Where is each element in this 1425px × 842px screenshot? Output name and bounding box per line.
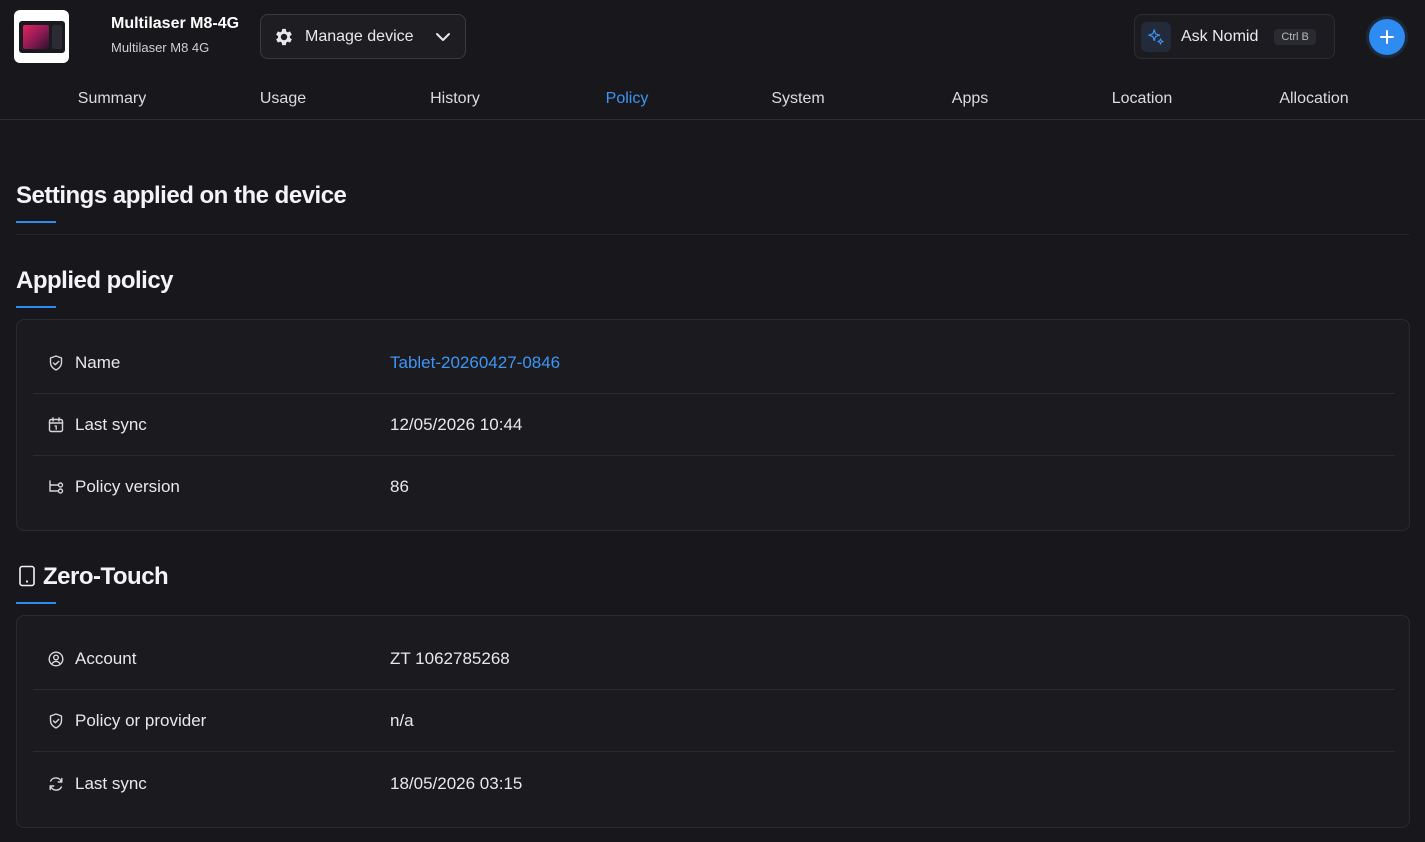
- tab-allocation[interactable]: Allocation: [1279, 90, 1348, 108]
- add-button[interactable]: [1369, 19, 1405, 55]
- field-label: Last sync: [75, 774, 147, 793]
- field-value: ZT 1062785268: [390, 648, 510, 668]
- manage-device-label: Manage device: [305, 27, 414, 45]
- applied-policy-card: Name Tablet-20260427-0846 Last sync 12/0…: [16, 319, 1410, 531]
- sparkle-icon: [1141, 21, 1171, 52]
- list-item: Account ZT 1062785268: [33, 628, 1395, 690]
- sync-icon: [47, 775, 65, 793]
- list-item: Last sync 18/05/2026 03:15: [33, 753, 1395, 815]
- tab-policy[interactable]: Policy: [606, 90, 649, 108]
- section-divider: [16, 234, 1409, 235]
- field-label: Policy version: [75, 477, 180, 496]
- shield-icon: [47, 712, 65, 730]
- field-value: n/a: [390, 710, 414, 730]
- tab-summary[interactable]: Summary: [78, 90, 146, 108]
- account-icon: [47, 650, 65, 668]
- device-subtitle: Multilaser M8 4G: [111, 40, 210, 55]
- tab-history[interactable]: History: [430, 90, 480, 108]
- tab-location[interactable]: Location: [1112, 90, 1173, 108]
- field-label: Last sync: [75, 414, 147, 434]
- zero-touch-card: Account ZT 1062785268 Policy or provider…: [16, 615, 1410, 828]
- tab-system[interactable]: System: [771, 90, 824, 108]
- version-icon: [47, 478, 65, 496]
- tab-usage[interactable]: Usage: [260, 90, 306, 108]
- gear-icon: [273, 26, 295, 48]
- field-label: Name: [75, 352, 121, 372]
- list-item: Policy version 86: [33, 456, 1395, 518]
- list-item: Policy or provider n/a: [33, 690, 1395, 752]
- device-thumbnail: [14, 10, 69, 63]
- tab-apps[interactable]: Apps: [952, 90, 988, 108]
- title-underline: [16, 306, 56, 308]
- field-label: Policy or provider: [75, 710, 207, 730]
- tablet-image: [18, 20, 65, 53]
- device-title: Multilaser M8-4G: [111, 15, 240, 32]
- tablet-icon: [18, 565, 36, 587]
- calendar-icon: [47, 416, 65, 434]
- header: Multilaser M8-4G Multilaser M8 4G Manage…: [0, 0, 1425, 78]
- field-value: 86: [390, 477, 409, 496]
- list-item: Name Tablet-20260427-0846: [33, 332, 1395, 394]
- ask-nomid-label: Ask Nomid: [1181, 27, 1259, 45]
- shortcut-hint: Ctrl B: [1274, 28, 1316, 45]
- title-underline: [16, 221, 56, 223]
- title-underline: [16, 602, 56, 604]
- zero-touch-title: Zero-Touch: [43, 563, 169, 590]
- ask-nomid-button[interactable]: Ask Nomid Ctrl B: [1134, 14, 1335, 59]
- policy-name-link[interactable]: Tablet-20260427-0846: [390, 353, 560, 373]
- plus-icon: [1380, 30, 1394, 44]
- chevron-down-icon: [433, 27, 453, 47]
- list-item: Last sync 12/05/2026 10:44: [33, 394, 1395, 456]
- field-label: Account: [75, 648, 137, 668]
- field-value: 18/05/2026 03:15: [390, 774, 523, 793]
- page-title: Settings applied on the device: [16, 182, 347, 209]
- shield-icon: [47, 354, 65, 372]
- manage-device-button[interactable]: Manage device: [260, 14, 466, 59]
- tab-bar: Summary Usage History Policy System Apps…: [0, 78, 1425, 120]
- field-value: 12/05/2026 10:44: [390, 414, 523, 434]
- applied-policy-title: Applied policy: [16, 267, 174, 294]
